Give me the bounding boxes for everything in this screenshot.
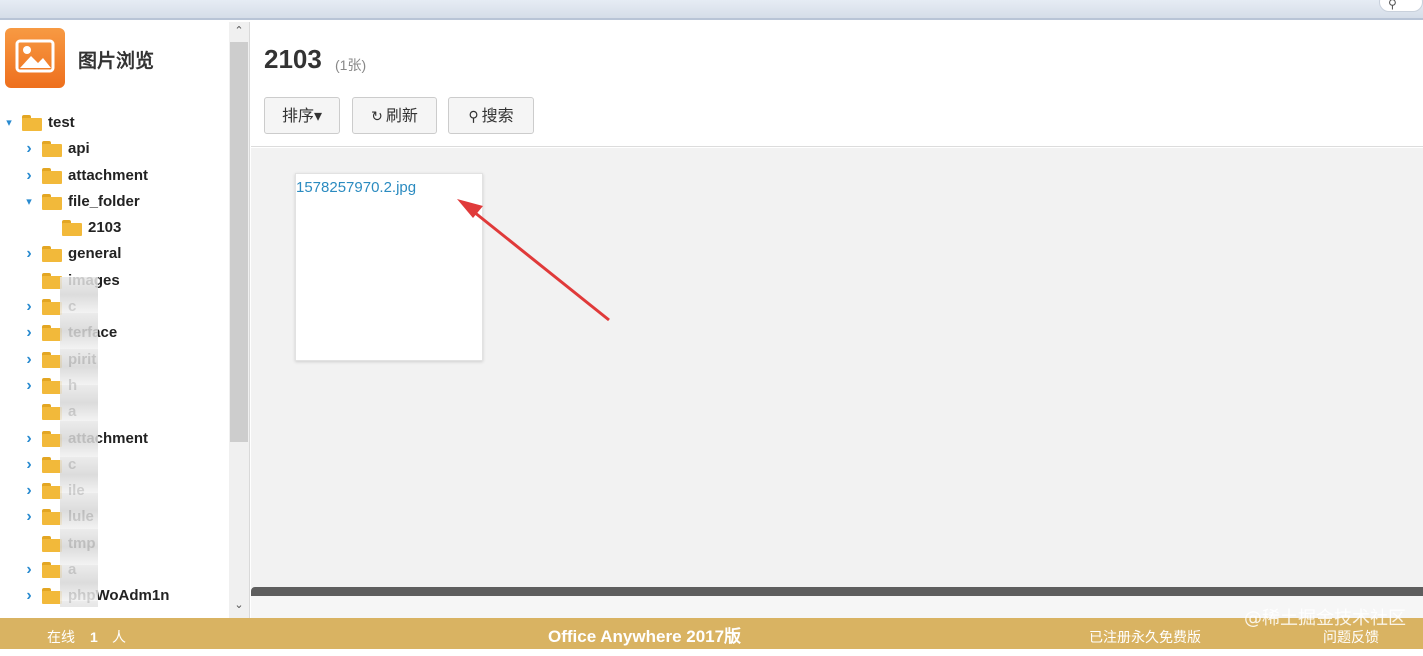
sidebar-scroll-thumb[interactable] bbox=[230, 42, 248, 442]
tree-item-label: general bbox=[68, 245, 122, 263]
online-count: 1 bbox=[90, 629, 98, 645]
folder-icon bbox=[22, 115, 42, 131]
image-gallery: 1578257970.2.jpg bbox=[251, 148, 1423, 588]
tree-item[interactable]: › attachment bbox=[0, 163, 228, 189]
folder-icon bbox=[62, 220, 82, 237]
annotation-arrow-icon bbox=[457, 199, 610, 322]
chevron-right-icon[interactable]: › bbox=[22, 294, 36, 320]
tree-item[interactable]: a bbox=[0, 399, 228, 425]
chevron-right-icon[interactable]: › bbox=[22, 583, 36, 609]
chevron-right-icon[interactable]: › bbox=[22, 241, 36, 267]
sidebar-scrollbar[interactable]: ⌃ ⌄ bbox=[229, 22, 249, 618]
tree-item[interactable]: ›c bbox=[0, 452, 228, 478]
folder-icon bbox=[42, 588, 62, 605]
chevron-right-icon[interactable]: › bbox=[22, 504, 36, 530]
top-search-box[interactable]: ⚲ bbox=[1379, 0, 1423, 12]
folder-icon bbox=[42, 272, 62, 289]
picture-icon bbox=[5, 28, 65, 88]
tree-item[interactable]: › phpWoAdm1n bbox=[0, 583, 228, 609]
tree-item-label: attachment bbox=[68, 166, 149, 184]
folder-icon bbox=[42, 193, 62, 210]
main-header: 2103 (1张) 排序▾ ↻ 刷新 ⚲ 搜索 bbox=[251, 22, 1423, 147]
tree-item[interactable]: › general bbox=[0, 241, 228, 267]
tree-item[interactable]: › attachment bbox=[0, 426, 228, 452]
folder-icon bbox=[42, 483, 62, 500]
folder-icon bbox=[42, 535, 62, 552]
folder-icon bbox=[42, 456, 62, 473]
refresh-icon: ↻ bbox=[371, 109, 383, 125]
sort-button-label: 排序▾ bbox=[281, 106, 323, 125]
folder-icon bbox=[42, 167, 62, 184]
sidebar-header: 图片浏览 bbox=[4, 28, 224, 88]
tree-item[interactable]: ›lule bbox=[0, 504, 228, 530]
search-button[interactable]: ⚲ 搜索 bbox=[448, 97, 534, 134]
sort-button[interactable]: 排序▾ bbox=[264, 97, 340, 134]
search-icon: ⚲ bbox=[1388, 0, 1397, 11]
app-title: 图片浏览 bbox=[78, 50, 155, 72]
watermark: @稀土掘金技术社区 bbox=[1244, 608, 1406, 629]
chevron-right-icon[interactable]: › bbox=[22, 557, 36, 583]
folder-icon bbox=[42, 562, 62, 579]
tree-item[interactable]: tmp bbox=[0, 531, 228, 557]
chevron-down-icon[interactable]: ⌄ bbox=[229, 598, 249, 611]
redacted-area bbox=[60, 277, 98, 607]
tree-item[interactable]: 2103 bbox=[0, 215, 228, 241]
tree-item[interactable]: ›ile bbox=[0, 478, 228, 504]
folder-icon bbox=[42, 299, 62, 316]
search-button-label: 搜索 bbox=[481, 106, 514, 125]
sidebar: 图片浏览 ▾ test › api › attachment ▾ file_folder 210… bbox=[0, 22, 250, 618]
folder-icon bbox=[42, 377, 62, 394]
folder-title: 2103 bbox=[264, 44, 322, 74]
chevron-right-icon[interactable]: › bbox=[22, 136, 36, 162]
folder-icon bbox=[42, 430, 62, 447]
folder-icon bbox=[42, 141, 62, 158]
chevron-right-icon[interactable]: › bbox=[22, 426, 36, 452]
chevron-right-icon[interactable]: › bbox=[22, 347, 36, 373]
tree-item[interactable]: ▾ test bbox=[0, 110, 228, 136]
folder-tree: ▾ test › api › attachment ▾ file_folder 2103 › gen… bbox=[0, 110, 228, 610]
window-top-strip: ⚲ bbox=[0, 0, 1423, 20]
tree-item-label: file_folder bbox=[68, 192, 140, 210]
tree-item[interactable]: › api bbox=[0, 136, 228, 162]
tree-item-label: 2103 bbox=[88, 219, 122, 237]
chevron-right-icon[interactable]: › bbox=[22, 373, 36, 399]
chevron-right-icon[interactable]: › bbox=[22, 452, 36, 478]
tree-item-label: test bbox=[48, 114, 75, 131]
chevron-down-icon[interactable]: ▾ bbox=[2, 110, 16, 136]
folder-icon bbox=[42, 246, 62, 263]
online-unit: 人 bbox=[112, 629, 126, 645]
refresh-button-label: 刷新 bbox=[385, 106, 418, 125]
tree-item[interactable]: ›c bbox=[0, 294, 228, 320]
folder-icon bbox=[42, 404, 62, 421]
tree-item[interactable]: ▾ file_folder bbox=[0, 189, 228, 215]
folder-icon bbox=[42, 509, 62, 526]
chevron-right-icon[interactable]: › bbox=[22, 163, 36, 189]
tree-item[interactable]: ›a bbox=[0, 557, 228, 583]
refresh-button[interactable]: ↻ 刷新 bbox=[352, 97, 437, 134]
search-icon: ⚲ bbox=[468, 109, 479, 125]
tree-item-label: api bbox=[68, 140, 90, 158]
file-count: (1张) bbox=[335, 57, 367, 73]
tree-item[interactable]: images bbox=[0, 268, 228, 294]
tree-item[interactable]: ›pirit bbox=[0, 347, 228, 373]
tree-item[interactable]: ›terface bbox=[0, 320, 228, 346]
product-brand: Office Anywhere 2017版 bbox=[548, 627, 742, 646]
chevron-right-icon[interactable]: › bbox=[22, 478, 36, 504]
folder-icon bbox=[42, 351, 62, 368]
tree-item[interactable]: ›h bbox=[0, 373, 228, 399]
license-status: 已注册永久免费版 bbox=[1089, 629, 1201, 645]
horizontal-scrollbar[interactable] bbox=[251, 587, 1423, 596]
online-label: 在线 bbox=[47, 629, 75, 645]
folder-icon bbox=[42, 325, 62, 342]
chevron-up-icon[interactable]: ⌃ bbox=[229, 24, 249, 37]
status-footer: 在线 1 人 Office Anywhere 2017版 已注册永久免费版 问题… bbox=[0, 618, 1423, 649]
chevron-down-icon[interactable]: ▾ bbox=[22, 189, 36, 215]
chevron-right-icon[interactable]: › bbox=[22, 320, 36, 346]
